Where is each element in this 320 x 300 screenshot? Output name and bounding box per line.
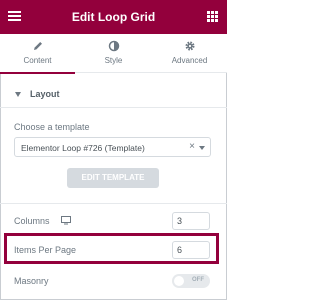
desktop-icon[interactable] xyxy=(61,216,71,225)
tab-content-label: Content xyxy=(23,56,52,65)
columns-input[interactable]: 3 xyxy=(172,212,210,230)
contrast-icon xyxy=(108,40,119,52)
apps-grid-icon[interactable] xyxy=(207,11,218,22)
panel-tabs: Content Style Advanced xyxy=(0,34,227,74)
highlight-box xyxy=(4,233,219,264)
panel-title: Edit Loop Grid xyxy=(71,10,156,24)
section-title: Layout xyxy=(30,89,60,99)
tab-style[interactable]: Style xyxy=(76,34,151,73)
dropdown-caret-icon xyxy=(199,146,205,150)
masonry-toggle[interactable]: OFF xyxy=(172,274,210,288)
masonry-label: Masonry xyxy=(14,276,49,286)
tab-advanced-label: Advanced xyxy=(171,56,208,65)
template-select[interactable]: Elementor Loop #726 (Template) × xyxy=(14,137,211,157)
panel-header: Edit Loop Grid xyxy=(0,0,227,34)
hamburger-menu-icon[interactable] xyxy=(8,11,21,22)
tab-advanced[interactable]: Advanced xyxy=(152,34,227,73)
gear-icon xyxy=(184,41,195,51)
caret-down-icon xyxy=(15,92,21,97)
template-label: Choose a template xyxy=(14,122,90,132)
divider xyxy=(0,203,227,204)
tab-content[interactable]: Content xyxy=(0,34,75,74)
toggle-knob xyxy=(174,276,184,286)
edit-template-button[interactable]: EDIT TEMPLATE xyxy=(67,168,159,188)
tab-style-label: Style xyxy=(104,56,123,65)
template-select-value: Elementor Loop #726 (Template) xyxy=(21,143,145,153)
columns-label: Columns xyxy=(14,216,50,226)
pencil-icon xyxy=(33,42,42,50)
clear-icon[interactable]: × xyxy=(189,141,195,152)
toggle-state-text: OFF xyxy=(192,277,204,283)
layout-section-header[interactable]: Layout xyxy=(0,82,227,108)
